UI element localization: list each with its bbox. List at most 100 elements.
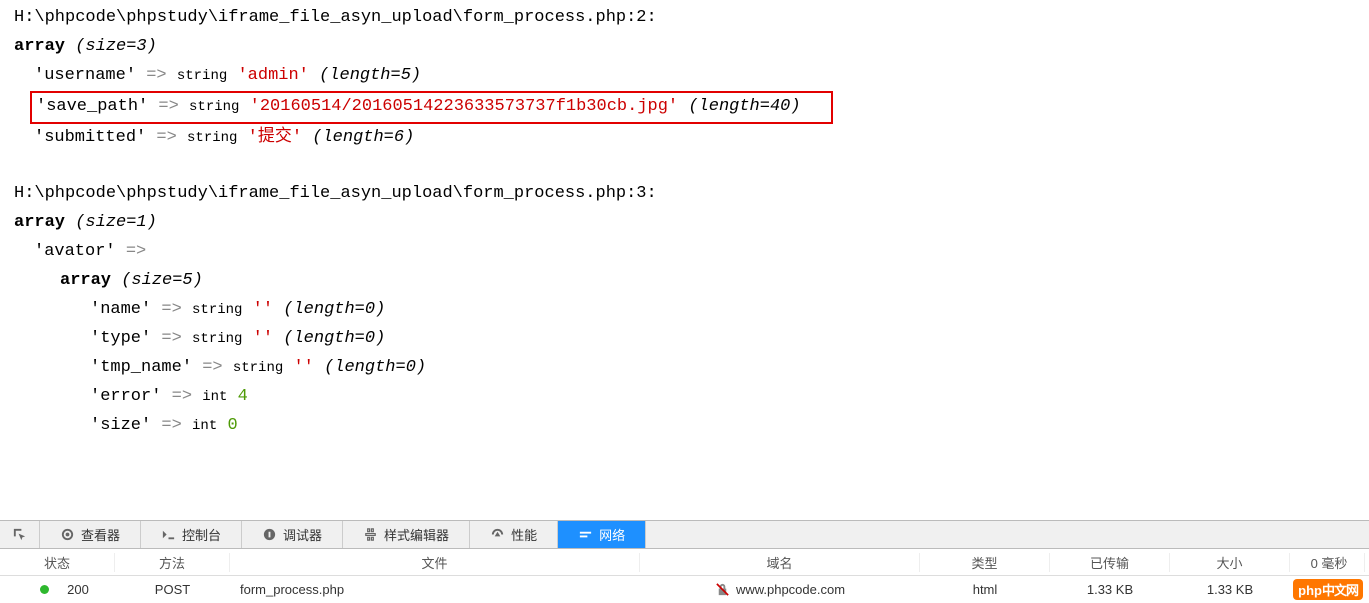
network-table-header: 状态 方法 文件 域名 类型 已传输 大小 0 毫秒: [0, 549, 1369, 576]
cell-method: POST: [115, 582, 230, 597]
array-key: 'type': [90, 329, 151, 348]
string-value: '': [293, 358, 313, 377]
array-key: 'tmp_name': [90, 358, 192, 377]
page-content: H:\phpcode\phpstudy\iframe_file_asyn_upl…: [0, 0, 1369, 520]
tab-style-editor[interactable]: 样式编辑器: [343, 521, 470, 548]
header-file[interactable]: 文件: [230, 553, 640, 572]
cell-size: 1.33 KB: [1170, 582, 1290, 597]
value-type: string: [189, 99, 239, 115]
string-value: '': [253, 329, 273, 348]
header-host[interactable]: 域名: [640, 553, 920, 572]
arrow: =>: [202, 358, 222, 377]
network-request-row[interactable]: 200 POST form_process.php www.phpcode.co…: [0, 576, 1369, 603]
value-type: int: [202, 389, 227, 405]
int-value: 4: [238, 387, 248, 406]
tab-debugger[interactable]: 调试器: [242, 521, 343, 548]
string-length: (length=0): [324, 358, 426, 377]
tab-console[interactable]: 控制台: [141, 521, 242, 548]
header-transferred[interactable]: 已传输: [1050, 553, 1170, 572]
dump2-file-line: H:\phpcode\phpstudy\iframe_file_asyn_upl…: [0, 180, 1369, 209]
insecure-icon: [715, 582, 730, 597]
array-key: 'username': [34, 66, 136, 85]
watermark-cn: 中文网: [1322, 583, 1358, 598]
status-dot-icon: [40, 585, 49, 594]
tab-label: 查看器: [81, 525, 120, 544]
dump1-file-line: H:\phpcode\phpstudy\iframe_file_asyn_upl…: [0, 4, 1369, 33]
cell-host: www.phpcode.com: [640, 582, 920, 597]
dump1-row-highlighted: 'save_path' => string '20160514/20160514…: [0, 91, 1369, 124]
value-type: string: [177, 68, 227, 84]
arrow: =>: [161, 416, 181, 435]
array-size: (size=3): [75, 37, 157, 56]
dump2-array-header: array (size=1): [0, 209, 1369, 238]
devtools-toolbar: 查看器 控制台 调试器 样式编辑器 性能 网络: [0, 520, 1369, 549]
watermark-badge: php中文网: [1293, 579, 1363, 600]
arrow: =>: [161, 300, 181, 319]
dump1-row: 'username' => string 'admin' (length=5): [0, 62, 1369, 91]
dump2-inner-array-header: array (size=5): [0, 267, 1369, 296]
value-type: string: [187, 130, 237, 146]
inspector-icon: [60, 527, 75, 542]
header-method[interactable]: 方法: [115, 553, 230, 572]
header-status[interactable]: 状态: [0, 553, 115, 572]
tab-label: 网络: [599, 525, 625, 544]
string-value: '20160514/20160514223633573737f1b30cb.jp…: [250, 97, 678, 116]
arrow: =>: [161, 329, 181, 348]
array-key: 'avator': [34, 242, 116, 261]
dump2-row: 'error' => int 4: [0, 383, 1369, 412]
array-size: (size=1): [75, 213, 157, 232]
array-key: 'error': [90, 387, 161, 406]
arrow: =>: [156, 128, 176, 147]
host-text: www.phpcode.com: [736, 582, 845, 597]
arrow: =>: [172, 387, 192, 406]
watermark-brand: php: [1298, 583, 1322, 598]
string-length: (length=5): [319, 66, 421, 85]
dump2-row: 'size' => int 0: [0, 412, 1369, 441]
string-value: '': [253, 300, 273, 319]
arrow: =>: [146, 66, 166, 85]
tab-label: 样式编辑器: [384, 525, 449, 544]
status-code: 200: [67, 582, 89, 597]
console-icon: [161, 527, 176, 542]
cell-status: 200: [0, 582, 115, 597]
style-icon: [363, 527, 378, 542]
array-key: 'size': [90, 416, 151, 435]
string-length: (length=0): [283, 300, 385, 319]
array-size: (size=5): [121, 271, 203, 290]
string-length: (length=0): [283, 329, 385, 348]
int-value: 0: [227, 416, 237, 435]
header-type[interactable]: 类型: [920, 553, 1050, 572]
array-key: 'save_path': [36, 97, 148, 116]
tab-label: 控制台: [182, 525, 221, 544]
tab-performance[interactable]: 性能: [470, 521, 558, 548]
array-keyword: array: [14, 37, 65, 56]
array-keyword: array: [14, 213, 65, 232]
dump2-row: 'name' => string '' (length=0): [0, 296, 1369, 325]
arrow: =>: [158, 97, 178, 116]
string-length: (length=40): [688, 97, 800, 116]
performance-icon: [490, 527, 505, 542]
network-icon: [578, 527, 593, 542]
tab-inspector[interactable]: 查看器: [40, 521, 141, 548]
string-value: 'admin': [237, 66, 308, 85]
cell-file: form_process.php: [230, 582, 640, 597]
select-element-icon: [12, 527, 27, 542]
dump2-outer-key: 'avator' =>: [0, 238, 1369, 267]
dump2-row: 'tmp_name' => string '' (length=0): [0, 354, 1369, 383]
cell-type: html: [920, 582, 1050, 597]
select-element-button[interactable]: [0, 521, 40, 548]
header-size[interactable]: 大小: [1170, 553, 1290, 572]
dump1-row: 'submitted' => string '提交' (length=6): [0, 124, 1369, 153]
cell-transferred: 1.33 KB: [1050, 582, 1170, 597]
array-keyword: array: [60, 271, 111, 290]
value-type: string: [233, 360, 283, 376]
tab-network[interactable]: 网络: [558, 521, 646, 548]
arrow: =>: [126, 242, 146, 261]
array-key: 'name': [90, 300, 151, 319]
array-key: 'submitted': [34, 128, 146, 147]
value-type: string: [192, 302, 242, 318]
header-timeline[interactable]: 0 毫秒: [1290, 553, 1365, 572]
string-value: '提交': [248, 128, 302, 147]
dump1-array-header: array (size=3): [0, 33, 1369, 62]
value-type: int: [192, 418, 217, 434]
